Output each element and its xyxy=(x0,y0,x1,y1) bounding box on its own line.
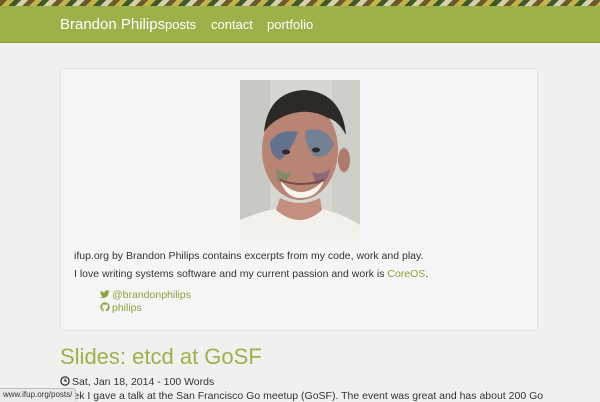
navbar: Brandon Philips posts contact portfolio xyxy=(0,6,600,43)
profile-card: ifup.org by Brandon Philips contains exc… xyxy=(60,68,538,331)
post-title-link[interactable]: Slides: etcd at GoSF xyxy=(60,344,262,369)
nav-link-posts[interactable]: posts xyxy=(165,17,196,32)
github-item: philips xyxy=(100,302,142,314)
github-link[interactable]: philips xyxy=(112,302,142,314)
bio-line-1: ifup.org by Brandon Philips contains exc… xyxy=(74,250,424,262)
github-icon xyxy=(100,302,110,312)
post-title: Slides: etcd at GoSF xyxy=(60,344,262,370)
coreos-link[interactable]: CoreOS xyxy=(387,268,425,280)
post-excerpt: week I gave a talk at the San Francisco … xyxy=(60,390,544,402)
post-meta: Sat, Jan 18, 2014 - 100 Words xyxy=(60,376,214,388)
bio-line-2-text: I love writing systems software and my c… xyxy=(74,268,388,280)
twitter-icon xyxy=(100,289,110,299)
bio-line-2: I love writing systems software and my c… xyxy=(74,268,428,280)
nav-link-contact[interactable]: contact xyxy=(211,17,253,32)
brand-link[interactable]: Brandon Philips xyxy=(60,16,165,33)
bio-line-2-period: . xyxy=(425,268,429,280)
profile-photo xyxy=(240,80,360,241)
post-date-wordcount: Sat, Jan 18, 2014 - 100 Words xyxy=(72,376,215,388)
status-bar-url: www.ifup.org/posts/ xyxy=(0,388,77,401)
clock-icon xyxy=(60,376,70,386)
twitter-link[interactable]: @brandonphilips xyxy=(112,289,191,301)
nav-link-portfolio[interactable]: portfolio xyxy=(267,17,313,32)
twitter-item: @brandonphilips xyxy=(100,289,191,301)
